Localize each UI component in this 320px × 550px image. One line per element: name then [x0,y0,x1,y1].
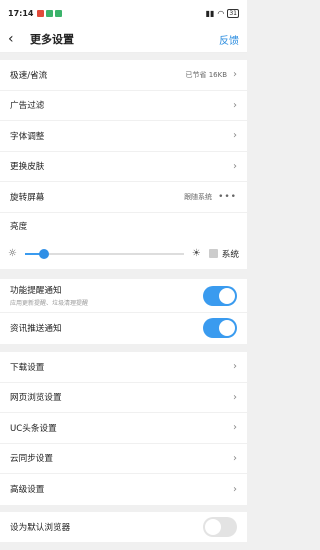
row-rotate-screen[interactable]: 旋转屏幕 跟随系统 ••• [0,182,247,213]
row-font-size[interactable]: 字体调整 › [0,121,247,152]
chevron-right-icon: › [233,99,237,111]
app-notification-icon [55,9,63,17]
row-change-skin[interactable]: 更换皮肤 › [0,152,247,182]
page-title: 更多设置 [30,33,74,46]
slider-handle[interactable] [39,248,50,259]
row-label: 网页浏览设置 [10,393,62,404]
brightness-label: 亮度 [10,221,28,232]
signal-icon: ▮▮ [205,8,215,18]
app-notification-icon [46,9,54,17]
row-label: 更换皮肤 [10,162,45,173]
row-label: 广告过滤 [10,101,45,112]
brightness-slider[interactable] [24,248,184,259]
row-uc-headlines[interactable]: UC头条设置 › [0,413,247,444]
row-label: 功能提醒通知 [10,286,62,296]
chevron-right-icon: › [233,361,237,373]
system-brightness-checkbox[interactable] [208,249,218,258]
status-time: 17:14 [8,8,34,18]
status-bar: 17:14 ▮▮ ◠ 31 [0,0,247,26]
row-advanced-settings[interactable]: 高级设置 › [0,474,247,505]
row-label: 极速/省流 [10,70,48,81]
chevron-right-icon: › [233,452,237,464]
default-browser-toggle[interactable] [203,517,237,538]
settings-group-general: 极速/省流 已节省 16KB › 广告过滤 › 字体调整 › 更换皮肤 › 旋转… [0,60,247,269]
back-arrow-icon[interactable]: ‹ [8,31,26,47]
row-speed-mode[interactable]: 极速/省流 已节省 16KB › [0,60,247,91]
feature-notify-toggle[interactable] [203,285,237,306]
row-value: 跟随系统 [184,192,213,201]
settings-group-notify: 功能提醒通知 应用更新提醒、垃圾清理提醒 资讯推送通知 [0,279,247,344]
chevron-right-icon: › [233,160,237,172]
row-feature-notify: 功能提醒通知 应用更新提醒、垃圾清理提醒 [0,279,247,313]
app-notification-icon [37,9,45,17]
chevron-right-icon: › [233,391,237,403]
row-label: 资讯推送通知 [10,324,62,335]
row-ad-filter[interactable]: 广告过滤 › [0,91,247,121]
row-subtext: 应用更新提醒、垃圾清理提醒 [10,300,89,307]
row-download-settings[interactable]: 下载设置 › [0,352,247,383]
wifi-icon: ◠ [217,8,225,18]
row-label: UC头条设置 [10,423,57,434]
row-label: 字体调整 [10,131,45,142]
feedback-link[interactable]: 反馈 [219,32,239,47]
row-default-browser: 设为默认浏览器 [0,512,247,543]
row-value: 已节省 16KB [185,70,227,79]
battery-icon: 31 [227,8,239,18]
row-label: 高级设置 [10,485,45,496]
sun-high-icon: ☀ [191,248,201,259]
row-web-browsing[interactable]: 网页浏览设置 › [0,383,247,413]
top-bar: ‹ 更多设置 反馈 [0,26,247,53]
system-brightness-label: 系统 [221,249,239,260]
row-label: 下载设置 [10,362,45,373]
chevron-right-icon: › [233,483,237,495]
news-push-toggle[interactable] [203,318,237,339]
chevron-right-icon: › [233,130,237,142]
settings-group-default: 设为默认浏览器 [0,512,247,542]
row-label: 旋转屏幕 [10,192,45,203]
chevron-right-icon: › [233,422,237,434]
sun-low-icon: ☼ [8,248,17,259]
brightness-control: ☼ ☀ 系统 [0,239,247,269]
row-label: 云同步设置 [10,454,53,465]
chevron-right-icon: › [233,69,237,81]
row-news-push: 资讯推送通知 [0,313,247,344]
row-label: 设为默认浏览器 [10,523,71,534]
settings-group-advanced: 下载设置 › 网页浏览设置 › UC头条设置 › 云同步设置 › 高级设置 › [0,352,247,505]
row-cloud-sync[interactable]: 云同步设置 › [0,444,247,474]
more-dots-icon: ••• [218,191,237,202]
